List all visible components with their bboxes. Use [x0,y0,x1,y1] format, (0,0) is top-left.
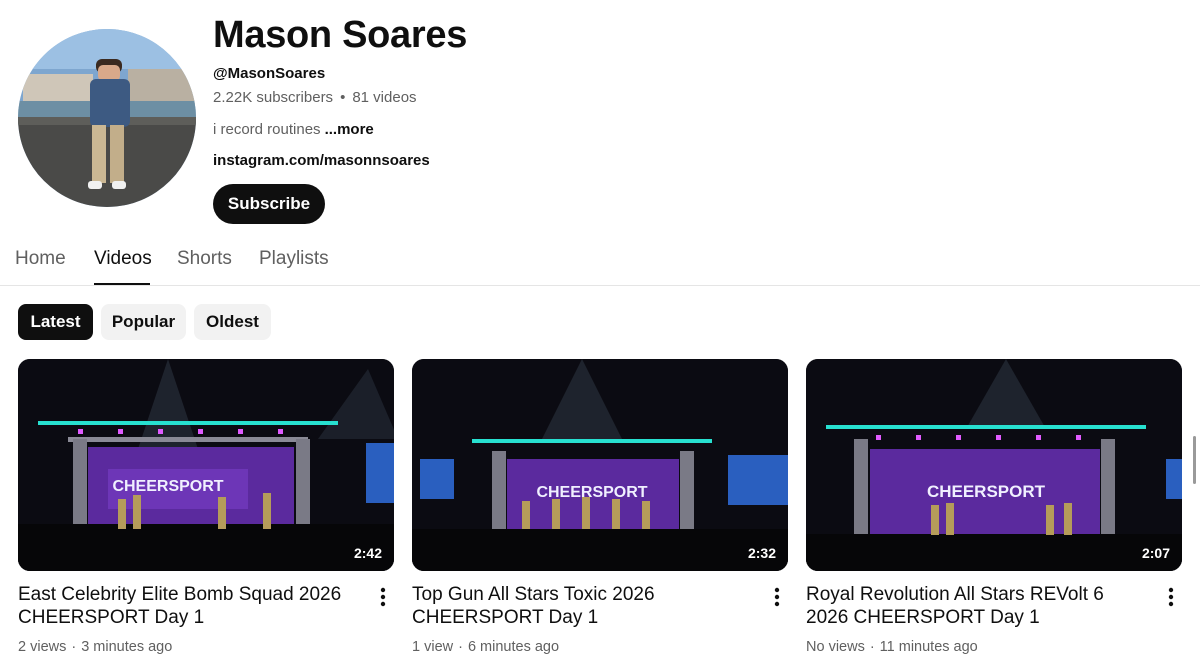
video-meta: 1 view · 6 minutes ago [412,638,559,656]
channel-name: Mason Soares [213,14,468,56]
tab-playlists[interactable]: Playlists [259,248,329,270]
thumbnail-image: CHEERSPORT [412,359,788,571]
meta-separator: · [869,639,875,655]
video-thumbnail[interactable]: CHEERSPORT 2:32 [412,359,788,571]
video-duration: 2:07 [1141,545,1170,561]
video-duration: 2:42 [353,545,382,561]
channel-tabs: Home Videos Shorts Playlists [0,240,1200,286]
video-count: 81 videos [352,89,417,106]
more-options-icon[interactable] [1159,585,1183,609]
thumbnail-image: CHEERSPORT [806,359,1182,571]
chip-popular[interactable]: Popular [101,304,186,340]
channel-stats: 2.22K subscribers • 81 videos [213,89,417,107]
meta-separator: · [71,639,77,655]
tab-shorts[interactable]: Shorts [177,248,232,270]
video-title[interactable]: East Celebrity Elite Bomb Squad 2026 CHE… [18,583,358,629]
channel-avatar[interactable] [18,29,196,207]
more-link[interactable]: ...more [325,121,374,138]
video-thumbnail[interactable]: CHEERSPORT 2:07 [806,359,1182,571]
more-options-icon[interactable] [765,585,789,609]
svg-text:CHEERSPORT: CHEERSPORT [927,482,1046,501]
avatar-photo [18,29,196,207]
video-thumbnail[interactable]: CHEERSPORT 2:42 [18,359,394,571]
view-count: No views [806,639,865,655]
video-meta: No views · 11 minutes ago [806,638,978,656]
svg-text:CHEERSPORT: CHEERSPORT [112,478,223,495]
subscribe-button[interactable]: Subscribe [213,184,325,224]
video-meta: 2 views · 3 minutes ago [18,638,172,656]
chip-oldest[interactable]: Oldest [194,304,271,340]
chip-latest[interactable]: Latest [18,304,93,340]
channel-handle: @MasonSoares [213,65,326,82]
video-duration: 2:32 [747,545,776,561]
video-card[interactable]: CHEERSPORT 2:32 Top Gun All Stars Toxic … [412,359,789,659]
active-tab-indicator [94,283,150,285]
upload-age: 6 minutes ago [467,639,560,655]
upload-age: 3 minutes ago [81,639,173,655]
view-count: 2 views [18,639,67,655]
more-options-icon[interactable] [371,585,395,609]
upload-age: 11 minutes ago [879,639,978,655]
stats-separator: • [340,89,346,106]
subscriber-count: 2.22K subscribers [213,89,334,106]
channel-description[interactable]: i record routines ...more [213,121,374,139]
view-count: 1 view [412,639,454,655]
thumbnail-image: CHEERSPORT [18,359,394,571]
svg-text:CHEERSPORT: CHEERSPORT [536,484,647,501]
video-card[interactable]: CHEERSPORT 2:42 East Celebrity Elite Bom… [18,359,395,659]
video-title[interactable]: Top Gun All Stars Toxic 2026 CHEERSPORT … [412,583,752,629]
scrollbar-thumb[interactable] [1193,436,1196,484]
tab-videos[interactable]: Videos [94,248,152,270]
video-card[interactable]: CHEERSPORT 2:07 Royal Revolution All Sta… [806,359,1183,659]
description-text: i record routines [213,121,321,138]
video-title[interactable]: Royal Revolution All Stars REVolt 6 2026… [806,583,1146,629]
meta-separator: · [458,639,463,655]
tab-home[interactable]: Home [15,248,66,270]
channel-link[interactable]: instagram.com/masonnsoares [213,152,430,170]
